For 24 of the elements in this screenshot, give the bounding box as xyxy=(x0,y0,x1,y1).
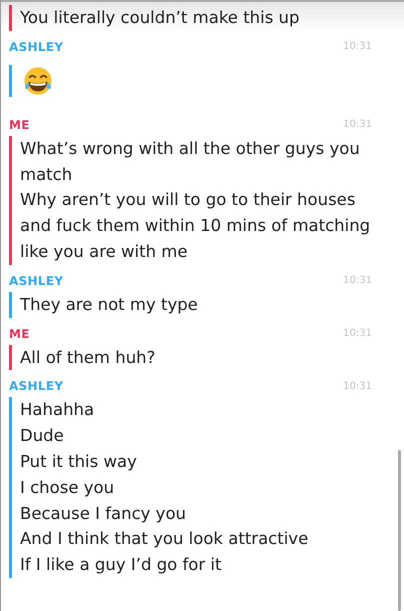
message-text: I chose you xyxy=(20,476,116,499)
sender-name: ASHLEY xyxy=(9,40,64,54)
message-text: All of them huh? xyxy=(20,346,156,369)
message-text: They are not my type xyxy=(20,294,199,316)
sender-name: ASHLEY xyxy=(9,379,64,394)
timestamp: 10:31 xyxy=(343,119,372,130)
message-text: Put it this way xyxy=(20,450,138,473)
message-text: Dude xyxy=(20,425,65,448)
sender-name: ASHLEY xyxy=(9,274,64,288)
sender-name: ME xyxy=(9,326,30,341)
message-text: Hahahha xyxy=(20,399,96,422)
message-text: And I think that you look attractive xyxy=(20,528,310,550)
timestamp: 10:31 xyxy=(343,41,372,52)
message-text: You literally couldn’t make this up xyxy=(20,7,300,29)
message-text: Because I fancy you xyxy=(20,502,187,525)
scrollbar[interactable] xyxy=(398,450,401,611)
sender-name: ME xyxy=(9,118,30,132)
message-text: If I like a guy I’d go for it xyxy=(20,554,222,576)
timestamp: 10:31 xyxy=(343,380,372,392)
laughing-tears-emoji-icon xyxy=(22,64,54,97)
message-text: Why aren’t you will to go to their houses and fuck them within 10 mins of matching like you are with me xyxy=(20,189,372,263)
timestamp: 10:31 xyxy=(343,328,372,340)
timestamp: 10:31 xyxy=(343,275,372,286)
message-text: What’s wrong with all the other guys you match xyxy=(20,138,361,186)
